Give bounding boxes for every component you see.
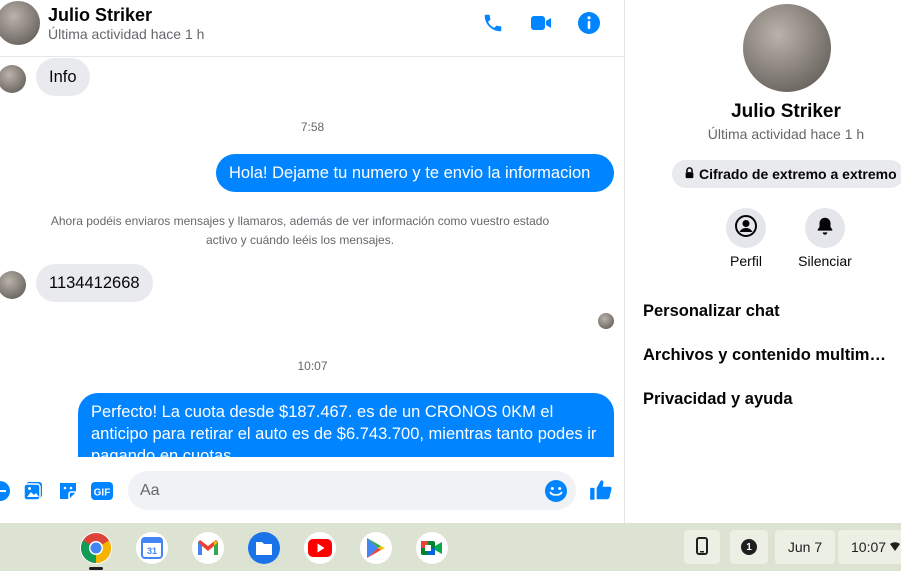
- profile-name: Julio Striker: [731, 101, 841, 122]
- phone-hub-button[interactable]: [684, 530, 720, 564]
- chat-header: Julio Striker Última actividad hace 1 h: [0, 0, 624, 57]
- system-notice: Ahora podéis enviaros mensajes y llamaro…: [50, 214, 550, 247]
- profile-button-label: Perfil: [730, 253, 762, 269]
- message-bubble-incoming[interactable]: 1134412668: [36, 264, 153, 302]
- gif-label: GIF: [94, 488, 111, 499]
- read-receipt-avatar: [598, 313, 614, 329]
- lock-icon: [684, 166, 695, 182]
- message-input-wrapper: [128, 471, 576, 510]
- message-input[interactable]: [140, 471, 530, 510]
- clock-status-button[interactable]: 10:07: [838, 530, 901, 564]
- chat-panel: Julio Striker Última actividad hace 1 h …: [0, 0, 625, 523]
- like-icon[interactable]: [588, 477, 614, 503]
- play-store-icon[interactable]: [360, 532, 392, 564]
- phone-icon[interactable]: [480, 10, 506, 36]
- encryption-label: Cifrado de extremo a extremo: [699, 166, 897, 182]
- meet-icon[interactable]: [416, 532, 448, 564]
- message-composer: GIF: [0, 457, 624, 523]
- profile-button[interactable]: [726, 208, 766, 248]
- files-icon[interactable]: [248, 532, 280, 564]
- mute-button[interactable]: [805, 208, 845, 248]
- os-shelf: 31 1 Jun 7 10:07: [0, 523, 901, 571]
- running-app-indicator: [89, 567, 103, 570]
- profile-status: Última actividad hace 1 h: [707, 126, 865, 142]
- calendar-icon[interactable]: 31: [136, 532, 168, 564]
- mobile-phone-icon: [695, 536, 709, 558]
- message-list[interactable]: Info 7:58 Hola! Dejame tu numero y te en…: [0, 57, 624, 457]
- wifi-icon: [890, 539, 901, 555]
- message-bubble-outgoing[interactable]: Hola! Dejame tu numero y te envio la inf…: [216, 154, 614, 192]
- message-timestamp: 10:07: [297, 359, 328, 373]
- conversation-info-pane: Julio Striker Última actividad hace 1 h …: [626, 0, 901, 523]
- sticker-icon[interactable]: [56, 479, 80, 503]
- clock-time: 10:07: [851, 539, 887, 555]
- chrome-icon[interactable]: [80, 532, 112, 564]
- emoji-icon[interactable]: [544, 479, 568, 503]
- youtube-icon[interactable]: [304, 532, 336, 564]
- menu-item-privacy-support[interactable]: Privacidad y ayuda: [643, 390, 893, 409]
- contact-name[interactable]: Julio Striker: [48, 5, 152, 26]
- message-bubble-outgoing[interactable]: Perfecto! La cuota desde $187.467. es de…: [78, 393, 614, 457]
- svg-text:31: 31: [147, 546, 157, 556]
- profile-avatar[interactable]: [743, 4, 831, 92]
- sender-avatar: [0, 65, 26, 93]
- sender-avatar: [0, 271, 26, 299]
- mute-button-label: Silenciar: [798, 253, 852, 269]
- gif-icon[interactable]: GIF: [90, 479, 114, 503]
- contact-status: Última actividad hace 1 h: [48, 26, 205, 42]
- messenger-window: Julio Striker Última actividad hace 1 h …: [0, 0, 901, 571]
- photo-icon[interactable]: [21, 479, 45, 503]
- contact-avatar[interactable]: [0, 1, 40, 45]
- notification-count-badge: 1: [741, 539, 757, 555]
- bell-icon: [814, 215, 836, 242]
- profile-icon: [734, 214, 758, 243]
- gmail-icon[interactable]: [192, 532, 224, 564]
- encryption-badge[interactable]: Cifrado de extremo a extremo: [672, 160, 901, 188]
- menu-item-customize-chat[interactable]: Personalizar chat: [643, 302, 893, 321]
- message-timestamp: 7:58: [300, 120, 325, 134]
- more-actions-icon[interactable]: [0, 479, 12, 503]
- video-icon[interactable]: [528, 10, 554, 36]
- notification-tray-button[interactable]: 1: [730, 530, 768, 564]
- menu-item-media-files[interactable]: Archivos y contenido multimedia: [643, 346, 893, 365]
- message-bubble-incoming[interactable]: Info: [36, 58, 90, 96]
- date-button[interactable]: Jun 7: [775, 530, 835, 564]
- info-icon[interactable]: [576, 10, 602, 36]
